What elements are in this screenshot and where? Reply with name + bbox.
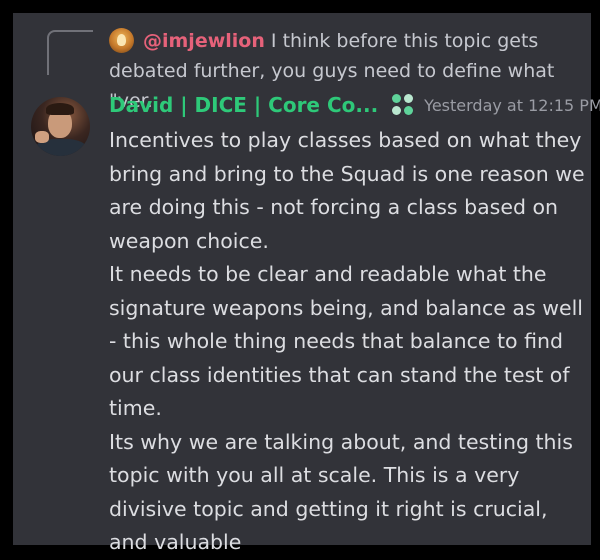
role-icon-dot	[404, 106, 414, 115]
author-username[interactable]: David | DICE | Core Co...	[109, 93, 378, 117]
four-dot-role-icon[interactable]	[392, 94, 414, 116]
avatar-hair	[46, 103, 74, 115]
message-paragraph: Its why we are talking about, and testin…	[109, 429, 573, 555]
reply-text-line1: I think before this topic gets	[270, 30, 539, 52]
message-body: Incentives to play classes based on what…	[109, 124, 589, 560]
message-header: David | DICE | Core Co... Yesterday at 1…	[109, 89, 600, 121]
role-icon-dot	[404, 94, 414, 103]
message-paragraph: It needs to be clear and readable what t…	[109, 262, 583, 420]
avatar-hand	[35, 131, 49, 143]
reply-avatar[interactable]	[109, 28, 134, 53]
author-avatar[interactable]	[31, 97, 90, 156]
reply-first-line: @imjewlion I think before this topic get…	[109, 26, 579, 56]
message-timestamp[interactable]: Yesterday at 12:15 PM	[424, 96, 600, 115]
role-icon-dot	[392, 106, 402, 115]
role-icon-dot	[392, 94, 402, 103]
reply-connector-line	[47, 30, 93, 75]
reply-username[interactable]: @imjewlion	[143, 30, 265, 52]
message-paragraph: Incentives to play classes based on what…	[109, 128, 585, 253]
